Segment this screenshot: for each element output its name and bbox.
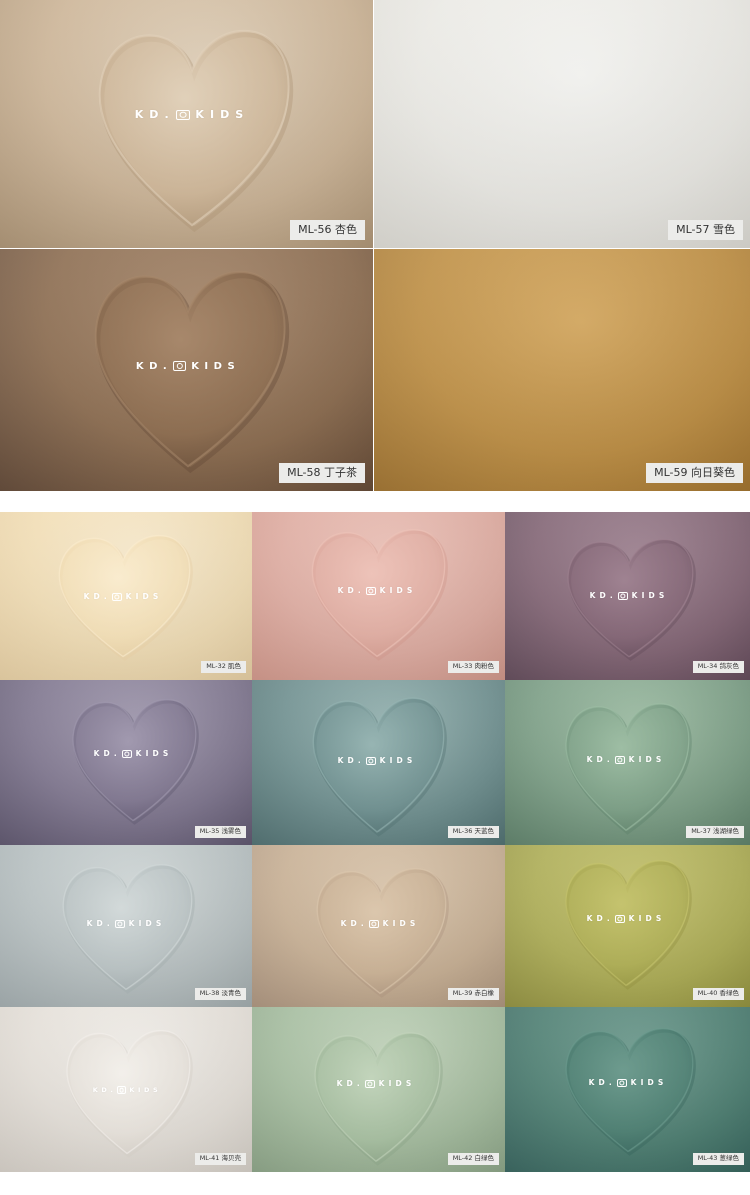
bottom-swatch-tile: KD. KIDS ML-40 香绿色 <box>505 845 750 1007</box>
heart-icon <box>312 863 449 999</box>
brand-right-text: KIDS <box>195 108 250 121</box>
top-swatch-tile: KD.KIDSML-59 向日葵色 <box>374 249 750 491</box>
swatch-label: ML-56 杏色 <box>290 220 365 240</box>
brand-watermark: KD. KIDS <box>58 749 208 758</box>
heart-icon <box>92 22 294 234</box>
bottom-swatch-tile: KD. KIDS ML-33 肉粉色 <box>252 512 505 680</box>
brand-right-text: KIDS <box>125 592 163 601</box>
top-swatch-grid: KD.KIDSML-56 杏色 KD.KIDSML-57 雪色 <box>0 0 750 491</box>
brand-right-text: KIDS <box>631 591 669 600</box>
camera-icon <box>616 1079 627 1087</box>
swatch-label: ML-58 丁子茶 <box>279 463 365 483</box>
brand-right-text: KIDS <box>135 749 173 758</box>
brand-left-text: KD. <box>586 914 614 923</box>
brand-right-text: KIDS <box>379 586 417 595</box>
brand-right-text: KIDS <box>378 1079 416 1088</box>
brand-left-text: KD. <box>134 108 175 121</box>
brand-right-text: KIDS <box>628 755 666 764</box>
heart-icon <box>561 698 692 836</box>
camera-icon <box>617 592 628 600</box>
brand-right-text: KIDS <box>382 919 420 928</box>
brand-left-text: KD. <box>93 749 121 758</box>
brand-watermark: KD. KIDS <box>551 1078 705 1087</box>
brand-watermark: KD. KIDS <box>300 1079 452 1088</box>
brand-left-text: KD. <box>86 919 114 928</box>
brand-left-text: KD. <box>337 756 365 765</box>
brand-watermark: KD. KIDS <box>302 919 458 928</box>
swatch-label: ML-39 赤白橡 <box>447 988 499 1000</box>
brand-watermark: KD. KIDS <box>48 919 204 928</box>
heart-icon <box>561 1023 696 1157</box>
brand-left-text: KD. <box>589 591 617 600</box>
bottom-swatch-tile: KD. KIDS ML-43 葱绿色 <box>505 1007 750 1172</box>
camera-icon <box>368 920 379 928</box>
heart-icon <box>308 692 447 838</box>
swatch-label: ML-32 肌色 <box>201 661 246 673</box>
bottom-swatch-tile: KD. KIDS ML-32 肌色 <box>0 512 252 680</box>
swatch-label: ML-40 香绿色 <box>692 988 744 1000</box>
brand-right-text: KIDS <box>630 1078 668 1087</box>
bottom-swatch-grid: KD. KIDS ML-32 肌色 KD. KIDS ML-33 肉粉色 KD.… <box>0 512 750 1172</box>
brand-watermark: KD. KIDS <box>52 1086 202 1094</box>
top-swatch-tile: KD.KIDSML-57 雪色 <box>374 0 750 248</box>
bottom-swatch-tile: KD. KIDS ML-38 淡青色 <box>0 845 252 1007</box>
heart-icon <box>68 694 199 826</box>
swatch-label: ML-33 肉粉色 <box>447 661 499 673</box>
brand-watermark: KD. KIDS <box>297 586 457 595</box>
swatch-label: ML-35 浅雾色 <box>194 826 246 838</box>
brand-left-text: KD. <box>337 586 365 595</box>
heart-icon <box>310 1027 443 1167</box>
brand-right-text: KIDS <box>379 756 417 765</box>
brand-watermark: KD. KIDS <box>298 756 456 765</box>
brand-left-text: KD. <box>83 592 111 601</box>
camera-icon <box>365 587 376 595</box>
swatch-label: ML-36 天蓝色 <box>447 826 499 838</box>
swatch-label: ML-38 淡青色 <box>194 988 246 1000</box>
brand-watermark: KD. KIDS <box>78 361 298 372</box>
swatch-label: ML-43 葱绿色 <box>692 1153 744 1165</box>
heart-icon <box>561 855 692 991</box>
brand-left-text: KD. <box>135 361 173 372</box>
camera-icon <box>114 920 125 928</box>
brand-left-text: KD. <box>586 755 614 764</box>
brand-right-text: KIDS <box>191 361 241 372</box>
camera-icon <box>121 750 132 758</box>
camera-icon <box>365 757 376 765</box>
bottom-swatch-tile: KD. KIDS ML-42 白绿色 <box>252 1007 505 1172</box>
camera-icon <box>111 593 122 601</box>
brand-right-text: KIDS <box>128 919 166 928</box>
camera-icon <box>364 1080 375 1088</box>
camera-icon <box>175 109 190 121</box>
brand-right-text: KIDS <box>628 914 666 923</box>
swatch-label: ML-37 浅湖绿色 <box>686 826 744 838</box>
camera-icon <box>614 756 625 764</box>
camera-icon <box>614 915 625 923</box>
swatch-label: ML-42 白绿色 <box>447 1153 499 1165</box>
top-swatch-tile: KD. KIDS ML-56 杏色 <box>0 0 373 248</box>
top-swatch-tile: KD. KIDS ML-58 丁子茶 <box>0 249 373 491</box>
camera-icon <box>173 361 187 371</box>
swatch-label: ML-34 鸽灰色 <box>692 661 744 673</box>
brand-watermark: KD. KIDS <box>82 108 302 121</box>
camera-icon <box>117 1086 127 1094</box>
brand-right-text: KIDS <box>129 1086 162 1094</box>
brand-left-text: KD. <box>340 919 368 928</box>
bottom-swatch-tile: KD. KIDS ML-37 浅湖绿色 <box>505 680 750 845</box>
brand-watermark: KD. KIDS <box>551 914 701 923</box>
bottom-swatch-tile: KD. KIDS ML-39 赤白橡 <box>252 845 505 1007</box>
bottom-swatch-tile: KD. KIDS ML-35 浅雾色 <box>0 680 252 845</box>
brand-watermark: KD. KIDS <box>44 592 202 601</box>
bottom-swatch-tile: KD. KIDS ML-36 天蓝色 <box>252 680 505 845</box>
brand-left-text: KD. <box>336 1079 364 1088</box>
bottom-swatch-tile: KD. KIDS ML-41 海贝壳 <box>0 1007 252 1172</box>
brand-watermark: KD. KIDS <box>553 591 705 600</box>
swatch-label: ML-57 雪色 <box>668 220 743 240</box>
swatch-label: ML-59 向日葵色 <box>646 463 743 483</box>
swatch-label: ML-41 海贝壳 <box>194 1153 246 1165</box>
brand-left-text: KD. <box>92 1086 117 1094</box>
bottom-swatch-tile: KD. KIDS ML-34 鸽灰色 <box>505 512 750 680</box>
brand-left-text: KD. <box>588 1078 616 1087</box>
brand-watermark: KD. KIDS <box>551 755 701 764</box>
